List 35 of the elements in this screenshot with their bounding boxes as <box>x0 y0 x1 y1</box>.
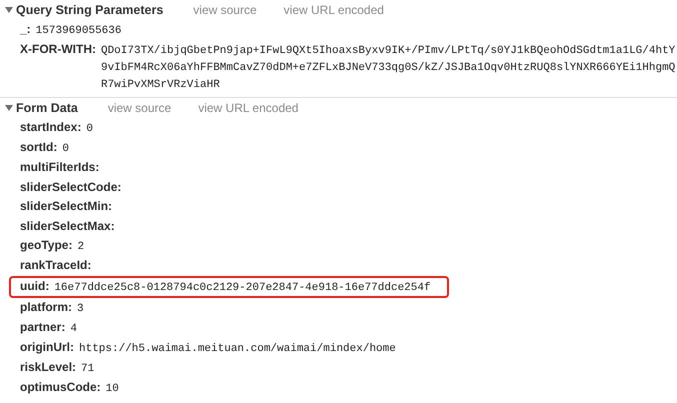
param-key: sortId: <box>20 138 58 158</box>
param-value: 10 <box>106 382 120 396</box>
param-value: 3 <box>77 302 85 316</box>
param-value: QDoI73TX/ibjqGbetPn9jap+IFwL9QXt5IhoaxsByxv9IK+/PImv/LPtTq/s0YJ1kBQeohOdSGdtm1a1LG/4htY9vIbFM4RcX06aYhFFBMmCavZ70dDM+e7ZFLxBJNeV733qg0S/kZ/JSJBa1Oqv0HtzRUQ8slYNXR666YEi1HhgmQR7wiPvXMSrVRzViaHR <box>100 44 676 93</box>
param-value: 4 <box>70 322 78 336</box>
param-key: X-FOR-WITH: <box>20 40 96 60</box>
section-title: Query String Parameters <box>16 3 164 17</box>
view-link[interactable]: view URL encoded <box>198 101 298 115</box>
expand-triangle-icon[interactable] <box>5 104 13 112</box>
param-key: sliderSelectMin: <box>20 197 112 216</box>
param-key: sliderSelectMax: <box>20 216 115 236</box>
param-key: originUrl: <box>20 338 74 357</box>
view-link[interactable]: view source <box>193 3 257 17</box>
param-key: sliderSelectCode: <box>20 178 122 197</box>
param-key: geoType: <box>20 236 72 256</box>
param-key: partner: <box>20 318 66 337</box>
param-key: platform: <box>20 298 72 317</box>
param-key: optimusCode: <box>20 378 101 397</box>
view-link[interactable]: view source <box>108 101 172 115</box>
param-key: multiFilterIds: <box>20 158 100 178</box>
section-title: Form Data <box>16 101 78 115</box>
param-value: 71 <box>81 362 96 376</box>
param-key: _: <box>20 20 31 40</box>
param-value: https://h5.waimai.meituan.com/waimai/mindex/home <box>79 342 397 356</box>
param-key: startIndex: <box>20 118 82 138</box>
param-key: rankTraceId: <box>20 256 92 276</box>
param-key: riskLevel: <box>20 358 76 377</box>
param-value: 0 <box>86 122 94 137</box>
param-value: 16e77ddce25c8-0128794c0c2129-207e2847-4e918-16e77ddce254f <box>54 280 432 296</box>
expand-triangle-icon[interactable] <box>5 6 13 14</box>
param-value: 1573969055636 <box>36 24 122 39</box>
param-value: 0 <box>62 142 70 157</box>
view-link[interactable]: view URL encoded <box>284 3 384 17</box>
param-key: uuid: <box>20 278 50 294</box>
param-value: 2 <box>77 240 86 255</box>
